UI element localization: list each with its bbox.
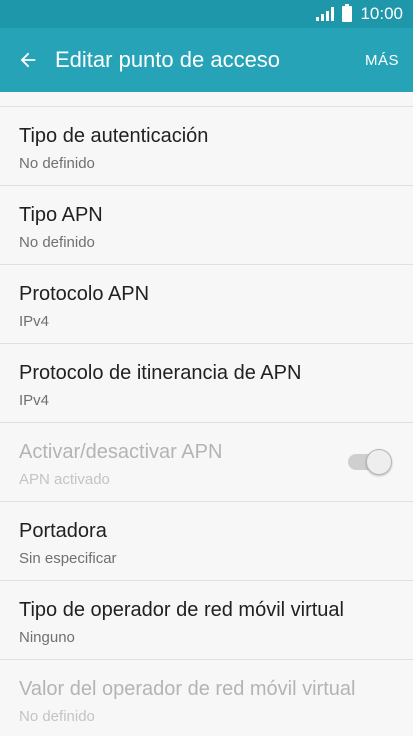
item-label: Portadora (19, 520, 107, 542)
back-button[interactable] (0, 28, 56, 92)
list-item-bearer[interactable]: Portadora Sin especificar (0, 502, 413, 581)
item-label: Protocolo APN (19, 283, 150, 305)
list-item-auth-type[interactable]: Tipo de autenticación No definido (0, 107, 413, 186)
list-item-roaming-protocol[interactable]: Protocolo de itinerancia de APN IPv4 (0, 344, 413, 423)
item-value: Sin especificar (19, 550, 117, 567)
list-item-mvno-type[interactable]: Tipo de operador de red móvil virtual Ni… (0, 581, 413, 660)
settings-list: Tipo de autenticación No definido Tipo A… (0, 92, 413, 736)
item-label: Protocolo de itinerancia de APN (19, 362, 302, 384)
arrow-left-icon (20, 52, 36, 68)
item-value: IPv4 (19, 392, 50, 409)
list-item-mvno-value: Valor del operador de red móvil virtual … (0, 660, 413, 736)
item-label: Tipo de operador de red móvil virtual (19, 599, 344, 621)
item-value: No definido (19, 234, 95, 251)
status-time: 10:00 (360, 4, 403, 23)
item-value: IPv4 (19, 313, 50, 330)
signal-icon (316, 7, 335, 21)
toggle-thumb (366, 449, 392, 475)
item-value: Ninguno (19, 629, 75, 646)
item-label: Valor del operador de red móvil virtual (19, 678, 356, 700)
more-button[interactable]: MÁS (351, 28, 413, 92)
list-item-apn-protocol[interactable]: Protocolo APN IPv4 (0, 265, 413, 344)
item-value: No definido (19, 155, 95, 172)
battery-icon (342, 4, 353, 22)
item-label: Activar/desactivar APN (19, 441, 223, 463)
item-value: No definido (19, 708, 95, 725)
app-bar: Editar punto de acceso MÁS (0, 28, 413, 92)
list-item-apn-type[interactable]: Tipo APN No definido (0, 186, 413, 265)
item-label: Tipo APN (19, 204, 103, 226)
page-title: Editar punto de acceso (55, 47, 281, 72)
apn-toggle-switch (348, 449, 392, 475)
status-bar: 10:00 (0, 0, 413, 28)
item-label: Tipo de autenticación (19, 125, 209, 147)
item-value: APN activado (19, 471, 110, 488)
list-item-apn-enable: Activar/desactivar APN APN activado (0, 423, 413, 502)
